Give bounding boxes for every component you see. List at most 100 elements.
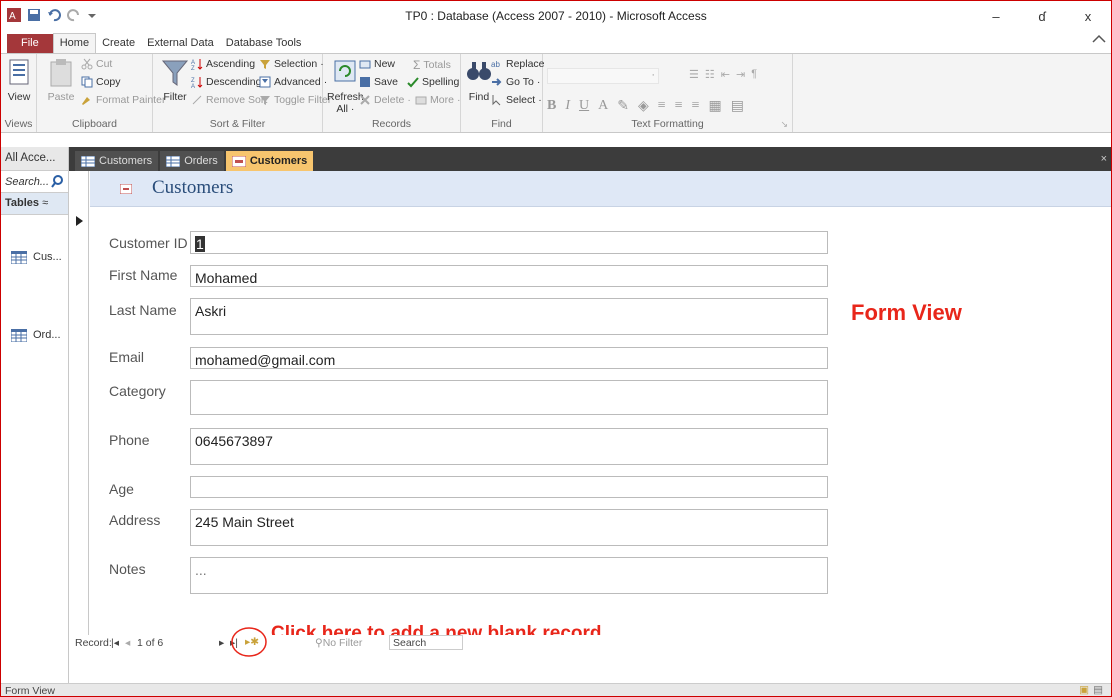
bold-icon[interactable]: B <box>547 98 556 115</box>
filter-icon: ⚲ <box>315 637 323 649</box>
record-search-box[interactable]: Search <box>389 635 463 650</box>
no-filter-button[interactable]: ⚲No Filter <box>315 637 362 649</box>
totals-button[interactable]: Σ Totals <box>413 58 451 72</box>
record-selector[interactable] <box>69 171 89 635</box>
delete-dropdown-icon: · <box>407 94 411 106</box>
notes-field[interactable]: ... <box>190 557 828 594</box>
advanced-button[interactable]: Advanced · <box>259 76 327 88</box>
doc-tab-orders-table[interactable]: Orders <box>160 151 224 171</box>
address-field[interactable]: 245 Main Street <box>190 509 828 546</box>
find-label: Find <box>468 91 490 103</box>
nav-tables-label: Tables <box>5 197 40 209</box>
font-color-icon[interactable]: A <box>598 98 608 115</box>
nav-search-placeholder: Search... <box>5 175 50 188</box>
customer-id-field[interactable]: 1 <box>190 231 828 254</box>
minimize-button[interactable]: – <box>973 1 1019 31</box>
new-record-ribbon-button[interactable]: New <box>359 58 395 70</box>
phone-label: Phone <box>109 432 150 448</box>
spelling-check-icon <box>407 76 419 88</box>
previous-record-button[interactable]: ◂ <box>125 637 130 649</box>
nav-item-customers[interactable]: Cus... <box>1 245 68 269</box>
replace-button[interactable]: ab Replace <box>491 58 545 70</box>
advanced-filter-icon <box>259 76 271 88</box>
bullets-icon[interactable]: ☰ <box>689 68 699 81</box>
first-name-field[interactable]: Mohamed <box>190 265 828 287</box>
restore-button[interactable]: ɗ <box>1019 1 1065 31</box>
select-button[interactable]: Select · <box>491 94 542 106</box>
select-dropdown-icon: · <box>538 94 542 106</box>
toggle-filter-button[interactable]: Toggle Filter <box>259 94 331 106</box>
sort-filter-group-label: Sort & Filter <box>209 118 266 130</box>
gridlines-icon[interactable]: ▦ <box>709 98 722 115</box>
increase-indent-icon[interactable]: ⇥ <box>736 68 745 81</box>
align-left-icon[interactable]: ≡ <box>658 98 666 115</box>
copy-icon <box>81 76 93 88</box>
nav-item-label: Cus... <box>33 251 62 263</box>
sort-descending-icon: ZA <box>191 76 203 90</box>
tab-database-tools[interactable]: Database Tools <box>220 34 308 53</box>
doc-tab-customers-form[interactable]: Customers <box>225 151 314 171</box>
scissors-icon <box>81 58 93 70</box>
list-buttons[interactable]: ☰ ☷ ⇤ ⇥ ¶ <box>689 68 757 81</box>
ribbon-tabs: File Home Create External Data Database … <box>1 31 1111 53</box>
tab-home[interactable]: Home <box>52 33 97 53</box>
view-button[interactable]: View <box>5 58 33 103</box>
age-field[interactable] <box>190 476 828 498</box>
font-name-dropdown[interactable]: · <box>547 68 659 84</box>
nav-tables-header[interactable]: Tables ≈ <box>1 193 68 215</box>
selection-button[interactable]: Selection · <box>259 58 324 70</box>
find-button[interactable]: Find <box>465 58 493 103</box>
form-view-icon[interactable]: ▣ <box>1079 684 1089 696</box>
decrease-indent-icon[interactable]: ⇤ <box>721 68 730 81</box>
record-position[interactable]: 1 of 6 <box>137 637 163 649</box>
tab-file[interactable]: File <box>7 34 53 53</box>
email-field[interactable]: mohamed@gmail.com <box>190 347 828 369</box>
views-group: View Views <box>1 54 37 132</box>
help-icon[interactable] <box>1091 31 1107 50</box>
paste-button[interactable]: Paste <box>47 58 75 103</box>
current-record-icon <box>76 216 83 226</box>
delete-button[interactable]: Delete · <box>359 94 411 106</box>
doc-tab-customers-table[interactable]: Customers <box>75 151 159 171</box>
more-button[interactable]: More · <box>415 94 460 106</box>
nav-pane-header[interactable]: All Acce... <box>1 147 68 171</box>
alternate-row-color-icon[interactable]: ▤ <box>731 98 744 115</box>
layout-view-icon[interactable]: ▤ <box>1093 684 1103 696</box>
form-icon <box>231 155 246 167</box>
remove-sort-button[interactable]: Remove Sort <box>191 94 267 106</box>
first-record-button[interactable]: |◂ <box>111 637 119 649</box>
align-center-icon[interactable]: ≡ <box>675 98 683 115</box>
next-record-button[interactable]: ▸ <box>219 637 224 649</box>
goto-button[interactable]: Go To · <box>491 76 540 88</box>
doc-tab-label: Customers <box>99 155 153 167</box>
category-field[interactable] <box>190 380 828 415</box>
underline-icon[interactable]: U <box>579 98 589 115</box>
filter-button[interactable]: Filter <box>161 58 189 103</box>
search-icon[interactable] <box>51 175 64 188</box>
background-color-icon[interactable]: ◈ <box>638 98 649 115</box>
spelling-button[interactable]: Spelling <box>407 76 459 88</box>
dialog-launcher-icon[interactable]: ↘ <box>780 119 788 130</box>
phone-field[interactable]: 0645673897 <box>190 428 828 465</box>
save-record-button[interactable]: Save <box>359 76 398 88</box>
descending-button[interactable]: Z A Descending <box>191 76 261 90</box>
italic-icon[interactable]: I <box>565 98 570 115</box>
doc-tab-label: Customers <box>249 155 308 167</box>
last-name-field[interactable]: Askri <box>190 298 828 335</box>
close-button[interactable]: x <box>1065 1 1111 31</box>
tab-external-data[interactable]: External Data <box>141 34 220 53</box>
view-label: View <box>7 91 31 103</box>
navigation-pane: All Acce... Search... Tables ≈ Cus... Or… <box>1 147 69 683</box>
close-document-icon[interactable]: × <box>1101 153 1107 165</box>
highlight-icon[interactable]: ✎ <box>617 98 629 115</box>
copy-button[interactable]: Copy <box>81 76 121 88</box>
ascending-button[interactable]: A Z Ascending <box>191 58 255 72</box>
align-right-icon[interactable]: ≡ <box>692 98 700 115</box>
record-label: Record: <box>75 637 112 649</box>
numbering-icon[interactable]: ☷ <box>705 68 715 81</box>
nav-item-orders[interactable]: Ord... <box>1 323 68 347</box>
tab-create[interactable]: Create <box>96 34 141 53</box>
nav-search-box[interactable]: Search... <box>1 171 68 193</box>
cut-button[interactable]: Cut <box>81 58 112 70</box>
paragraph-direction-icon[interactable]: ¶ <box>751 68 757 81</box>
